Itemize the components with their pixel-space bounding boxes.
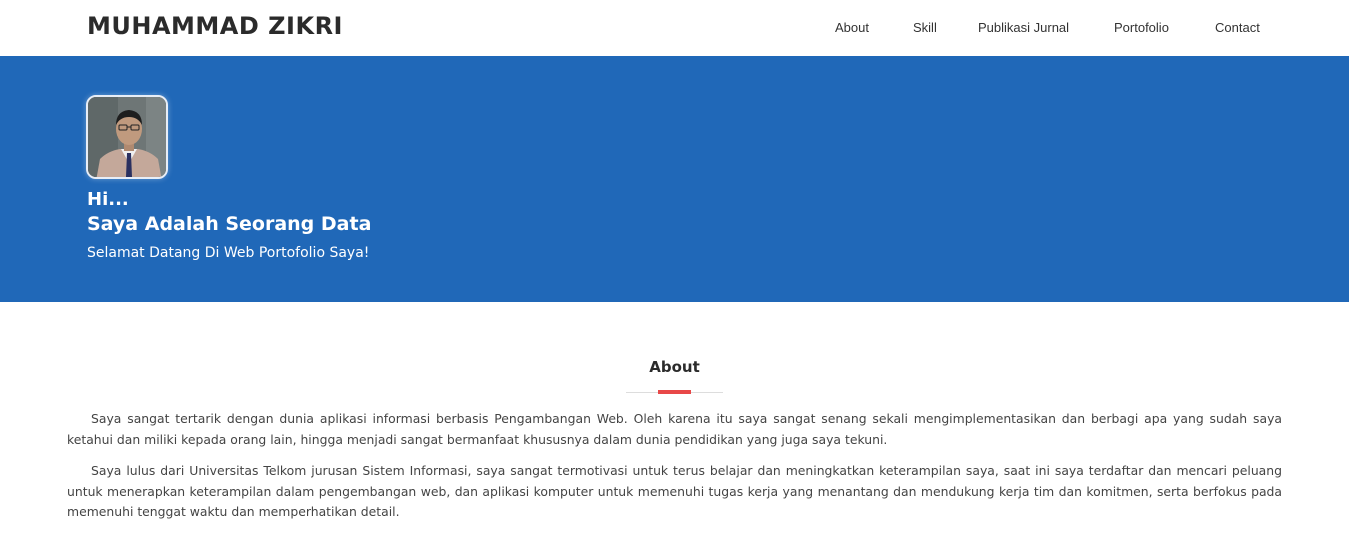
hero-greeting: Hi... [87, 189, 129, 210]
hero-tagline: Saya Adalah Seorang Data [87, 213, 372, 235]
hero-section: Hi... Saya Adalah Seorang Data Selamat D… [0, 56, 1349, 302]
about-paragraph-1: Saya sangat tertarik dengan dunia aplika… [67, 411, 1282, 447]
nav-link-publikasi-jurnal[interactable]: Publikasi Jurnal [978, 20, 1069, 35]
about-paragraph-2: Saya lulus dari Universitas Telkom jurus… [67, 463, 1282, 519]
nav-link-contact[interactable]: Contact [1215, 20, 1260, 35]
nav-link-about[interactable]: About [835, 20, 869, 35]
hero-welcome-text: Selamat Datang Di Web Portofolio Saya! [87, 245, 370, 261]
brand-logo[interactable]: MUHAMMAD ZIKRI [87, 12, 343, 40]
about-divider-accent [658, 390, 691, 394]
navbar: MUHAMMAD ZIKRI About Skill Publikasi Jur… [0, 0, 1349, 56]
profile-photo [86, 95, 168, 179]
nav-link-portofolio[interactable]: Portofolio [1114, 20, 1169, 35]
profile-photo-image [88, 97, 166, 177]
about-heading: About [649, 358, 700, 376]
nav-link-skill[interactable]: Skill [913, 20, 937, 35]
